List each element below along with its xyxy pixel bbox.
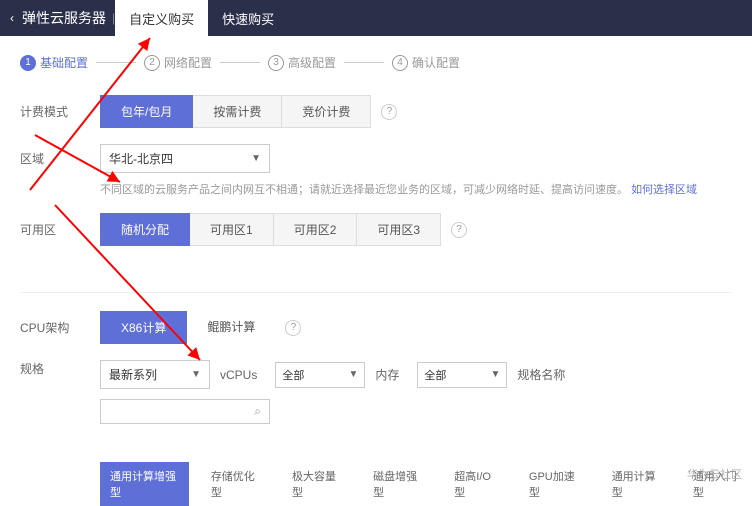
step-1[interactable]: 1基础配置 xyxy=(20,54,88,71)
series-select[interactable]: 最新系列▼ xyxy=(100,360,210,389)
tab-custom[interactable]: 自定义购买 xyxy=(115,0,208,36)
az-options: 随机分配 可用区1 可用区2 可用区3 xyxy=(100,213,441,246)
spec-tab-1[interactable]: 存储优化型 xyxy=(201,462,270,506)
az-random[interactable]: 随机分配 xyxy=(100,213,190,246)
spec-tab-5[interactable]: GPU加速型 xyxy=(519,462,590,506)
cpu-label: CPU架构 xyxy=(20,319,100,336)
spec-tab-6[interactable]: 通用计算型 xyxy=(602,462,671,506)
divider xyxy=(20,292,732,293)
tab-quick[interactable]: 快速购买 xyxy=(208,0,288,36)
back-icon[interactable]: ‹ xyxy=(10,11,14,25)
billing-label: 计费模式 xyxy=(20,103,100,120)
spec-search[interactable]: ⌕ xyxy=(100,399,270,424)
cpu-x86[interactable]: X86计算 xyxy=(100,311,187,344)
step-indicator: 1基础配置 2网络配置 3高级配置 4确认配置 xyxy=(0,36,752,95)
az-2[interactable]: 可用区2 xyxy=(274,213,358,246)
billing-ondemand[interactable]: 按需计费 xyxy=(193,95,282,128)
spec-tab-4[interactable]: 超高I/O型 xyxy=(444,462,507,506)
region-help-link[interactable]: 如何选择区域 xyxy=(631,184,697,196)
spec-label: 规格 xyxy=(20,360,100,377)
mem-select[interactable]: 全部▼ xyxy=(417,362,507,388)
az-1[interactable]: 可用区1 xyxy=(190,213,274,246)
purchase-tabs: 自定义购买 快速购买 xyxy=(115,0,288,36)
help-icon[interactable]: ? xyxy=(285,320,301,336)
help-icon[interactable]: ? xyxy=(381,104,397,120)
billing-options: 包年/包月 按需计费 竞价计费 xyxy=(100,95,371,128)
search-icon: ⌕ xyxy=(254,404,261,419)
spec-tab-0[interactable]: 通用计算增强型 xyxy=(100,462,189,506)
page-title: 弹性云服务器 xyxy=(22,8,106,28)
step-3[interactable]: 3高级配置 xyxy=(268,54,336,71)
chevron-down-icon: ▼ xyxy=(191,369,201,380)
chevron-down-icon: ▼ xyxy=(490,369,500,380)
az-3[interactable]: 可用区3 xyxy=(357,213,441,246)
cpu-kunpeng[interactable]: 鲲鹏计算 xyxy=(187,311,275,344)
chevron-down-icon: ▼ xyxy=(251,153,261,164)
header-bar: ‹ 弹性云服务器 | 自定义购买 快速购买 xyxy=(0,0,752,36)
az-label: 可用区 xyxy=(20,221,100,238)
vcpu-select[interactable]: 全部▼ xyxy=(275,362,365,388)
spec-type-tabs: 通用计算增强型 存储优化型 极大容量型 磁盘增强型 超高I/O型 GPU加速型 … xyxy=(100,462,752,506)
step-2[interactable]: 2网络配置 xyxy=(144,54,212,71)
spec-tab-2[interactable]: 极大容量型 xyxy=(282,462,351,506)
spec-tab-3[interactable]: 磁盘增强型 xyxy=(363,462,432,506)
chevron-down-icon: ▼ xyxy=(348,369,358,380)
region-select[interactable]: 华北-北京四 ▼ xyxy=(100,144,270,173)
region-label: 区域 xyxy=(20,150,100,167)
billing-spot[interactable]: 竞价计费 xyxy=(282,95,371,128)
region-hint: 不同区域的云服务产品之间内网互不相通；请就近选择最近您业务的区域，可减少网络时延… xyxy=(100,181,732,197)
cpu-options: X86计算 鲲鹏计算 xyxy=(100,311,275,344)
step-4[interactable]: 4确认配置 xyxy=(392,54,460,71)
help-icon[interactable]: ? xyxy=(451,222,467,238)
billing-yearly[interactable]: 包年/包月 xyxy=(100,95,193,128)
watermark: 华为云社区 xyxy=(687,466,742,482)
